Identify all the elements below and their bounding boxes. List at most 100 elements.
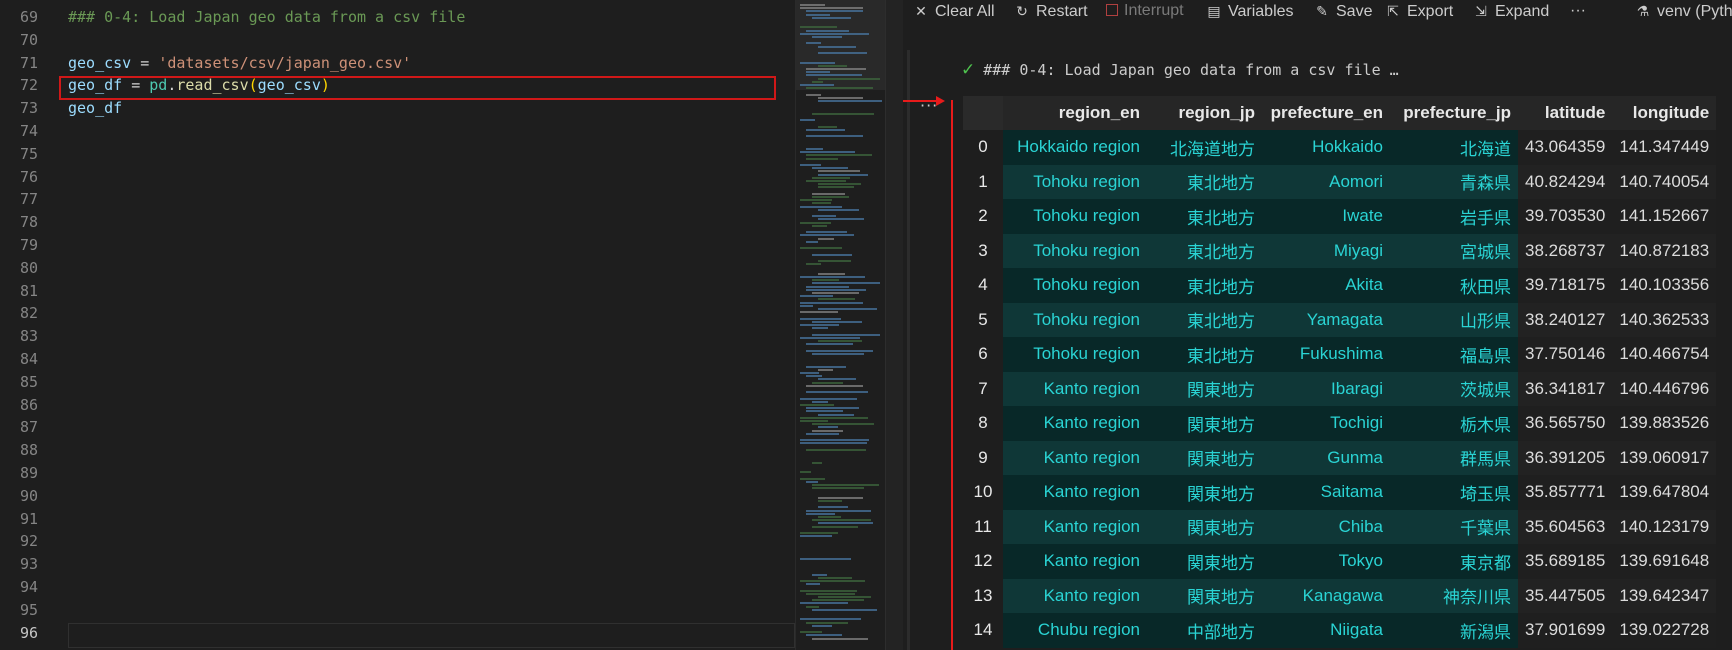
minimap-line (818, 516, 841, 518)
table-cell: 140.872183 (1612, 233, 1717, 268)
clear-all-label: Clear All (935, 3, 995, 20)
table-cell: 栃木県 (1390, 406, 1518, 441)
editor-scrollbar[interactable] (885, 0, 903, 650)
table-cell: 東北地方 (1147, 268, 1262, 303)
interactive-window: ✕ Clear All ↻ Restart Interrupt ▤ Variables… (903, 0, 1732, 650)
minimap-line (800, 324, 840, 326)
variables-label: Variables (1228, 3, 1294, 20)
interrupt-button[interactable]: Interrupt (1106, 0, 1184, 22)
minimap[interactable] (795, 0, 885, 650)
minimap-line (806, 384, 863, 387)
output-actions-icon[interactable]: ··· (920, 96, 938, 115)
save-button[interactable]: ✎ Save (1314, 0, 1372, 22)
minimap-line (812, 333, 880, 336)
minimap-line (806, 410, 843, 413)
minimap-line (800, 420, 829, 422)
table-row: 0 Hokkaido region 北海道地方 Hokkaido 北海道 43.06435… (963, 130, 1717, 165)
minimap-line (818, 170, 860, 173)
minimap-line (818, 260, 851, 262)
table-cell: 140.466754 (1612, 337, 1717, 372)
table-cell: 140.123179 (1612, 509, 1717, 544)
cell-header[interactable]: ✓ ### 0-4: Load Japan geo data from a csv… (961, 58, 1399, 82)
row-index: 12 (963, 544, 1003, 579)
minimap-line (812, 608, 878, 611)
kernel-picker[interactable]: ⚗ venv (Pyth (1635, 0, 1732, 22)
minimap-line (812, 461, 823, 464)
minimap-line (812, 320, 862, 323)
minimap-line (800, 602, 849, 605)
more-actions-button[interactable]: ··· (1570, 0, 1586, 22)
line-number: 71 (19, 53, 38, 72)
cell-focus-bar (907, 50, 910, 650)
minimap-line (812, 352, 865, 355)
app-window: 69 70 71 72 73 74 75 76 77 78 79 80 81 82 83 84 85 86 87 88… (0, 0, 1732, 650)
minimap-line (800, 439, 869, 442)
code-line[interactable]: ### 0-4: Load Japan geo data from a csv … (68, 6, 465, 29)
line-number: 81 (19, 281, 38, 300)
table-cell: 山形県 (1390, 302, 1518, 337)
minimap-line (818, 378, 856, 381)
minimap-line (800, 477, 826, 480)
line-number: 69 (19, 8, 38, 26)
minimap-line (812, 202, 832, 205)
table-row: 11 Kanto region 関東地方 Chiba 千葉県 35.604563 140.1… (963, 509, 1717, 544)
table-cell: Aomori (1262, 164, 1390, 199)
row-index: 7 (963, 371, 1003, 406)
stop-icon (1106, 4, 1118, 16)
table-cell: 関東地方 (1147, 440, 1262, 475)
table-cell: 37.901699 (1518, 613, 1613, 648)
minimap-line (800, 84, 834, 86)
table-cell: 新潟県 (1390, 613, 1518, 648)
table-cell: Kanto region (1003, 578, 1147, 613)
clear-all-button[interactable]: ✕ Clear All (913, 0, 995, 22)
expand-button[interactable]: ⇲ Expand (1473, 0, 1549, 22)
code-token: 'datasets/csv/japan_geo.csv' (158, 53, 412, 72)
table-cell: 140.362533 (1612, 302, 1717, 337)
table-cell: Hokkaido (1262, 130, 1390, 165)
line-number: 94 (19, 578, 38, 596)
current-line-indicator (68, 623, 795, 648)
table-cell: 関東地方 (1147, 578, 1262, 613)
minimap-line (806, 93, 822, 96)
code-editor[interactable]: 69 70 71 72 73 74 75 76 77 78 79 80 81 82 83 84 85 86 87 88… (0, 0, 795, 650)
row-index: 13 (963, 578, 1003, 613)
line-number: 72 (19, 76, 38, 95)
restart-icon: ↻ (1016, 3, 1028, 19)
minimap-line (812, 112, 875, 115)
table-cell: 36.565750 (1518, 406, 1613, 441)
minimap-line (812, 292, 859, 294)
minimap-line (806, 13, 831, 16)
minimap-line (818, 64, 848, 67)
export-button[interactable]: ⇱ Export (1385, 0, 1453, 22)
table-row: 12 Kanto region 関東地方 Tokyo 東京都 35.689185 139.6… (963, 544, 1717, 579)
table-cell: 141.152667 (1612, 199, 1717, 234)
restart-button[interactable]: ↻ Restart (1014, 0, 1087, 22)
save-label: Save (1336, 3, 1373, 20)
table-cell: 北海道 (1390, 130, 1518, 165)
table-cell: Tokyo (1262, 544, 1390, 579)
minimap-line (806, 407, 860, 410)
code-line[interactable]: geo_df (68, 97, 122, 120)
minimap-line (800, 221, 831, 224)
table-cell: Tohoku region (1003, 233, 1147, 268)
export-label: Export (1407, 3, 1454, 20)
table-cell: 35.857771 (1518, 475, 1613, 510)
table-cell: Saitama (1262, 475, 1390, 510)
line-number: 87 (19, 418, 38, 437)
table-cell: 40.824294 (1518, 164, 1613, 199)
table-cell: 関東地方 (1147, 371, 1262, 406)
minimap-line (818, 413, 854, 416)
minimap-line (812, 525, 858, 528)
row-index: 2 (963, 199, 1003, 234)
variables-button[interactable]: ▤ Variables (1206, 0, 1294, 22)
table-cell: 43.064359 (1518, 130, 1613, 165)
table-cell: Kanto region (1003, 475, 1147, 510)
minimap-line (806, 634, 842, 637)
table-cell: Gunma (1262, 440, 1390, 475)
table-cell: 青森県 (1390, 164, 1518, 199)
minimap-line (812, 429, 843, 432)
minimap-line (806, 621, 849, 624)
code-line[interactable]: geo_csv = 'datasets/csv/japan_geo.csv' (68, 52, 411, 75)
minimap-line (806, 263, 822, 266)
table-cell: Ibaragi (1262, 371, 1390, 406)
